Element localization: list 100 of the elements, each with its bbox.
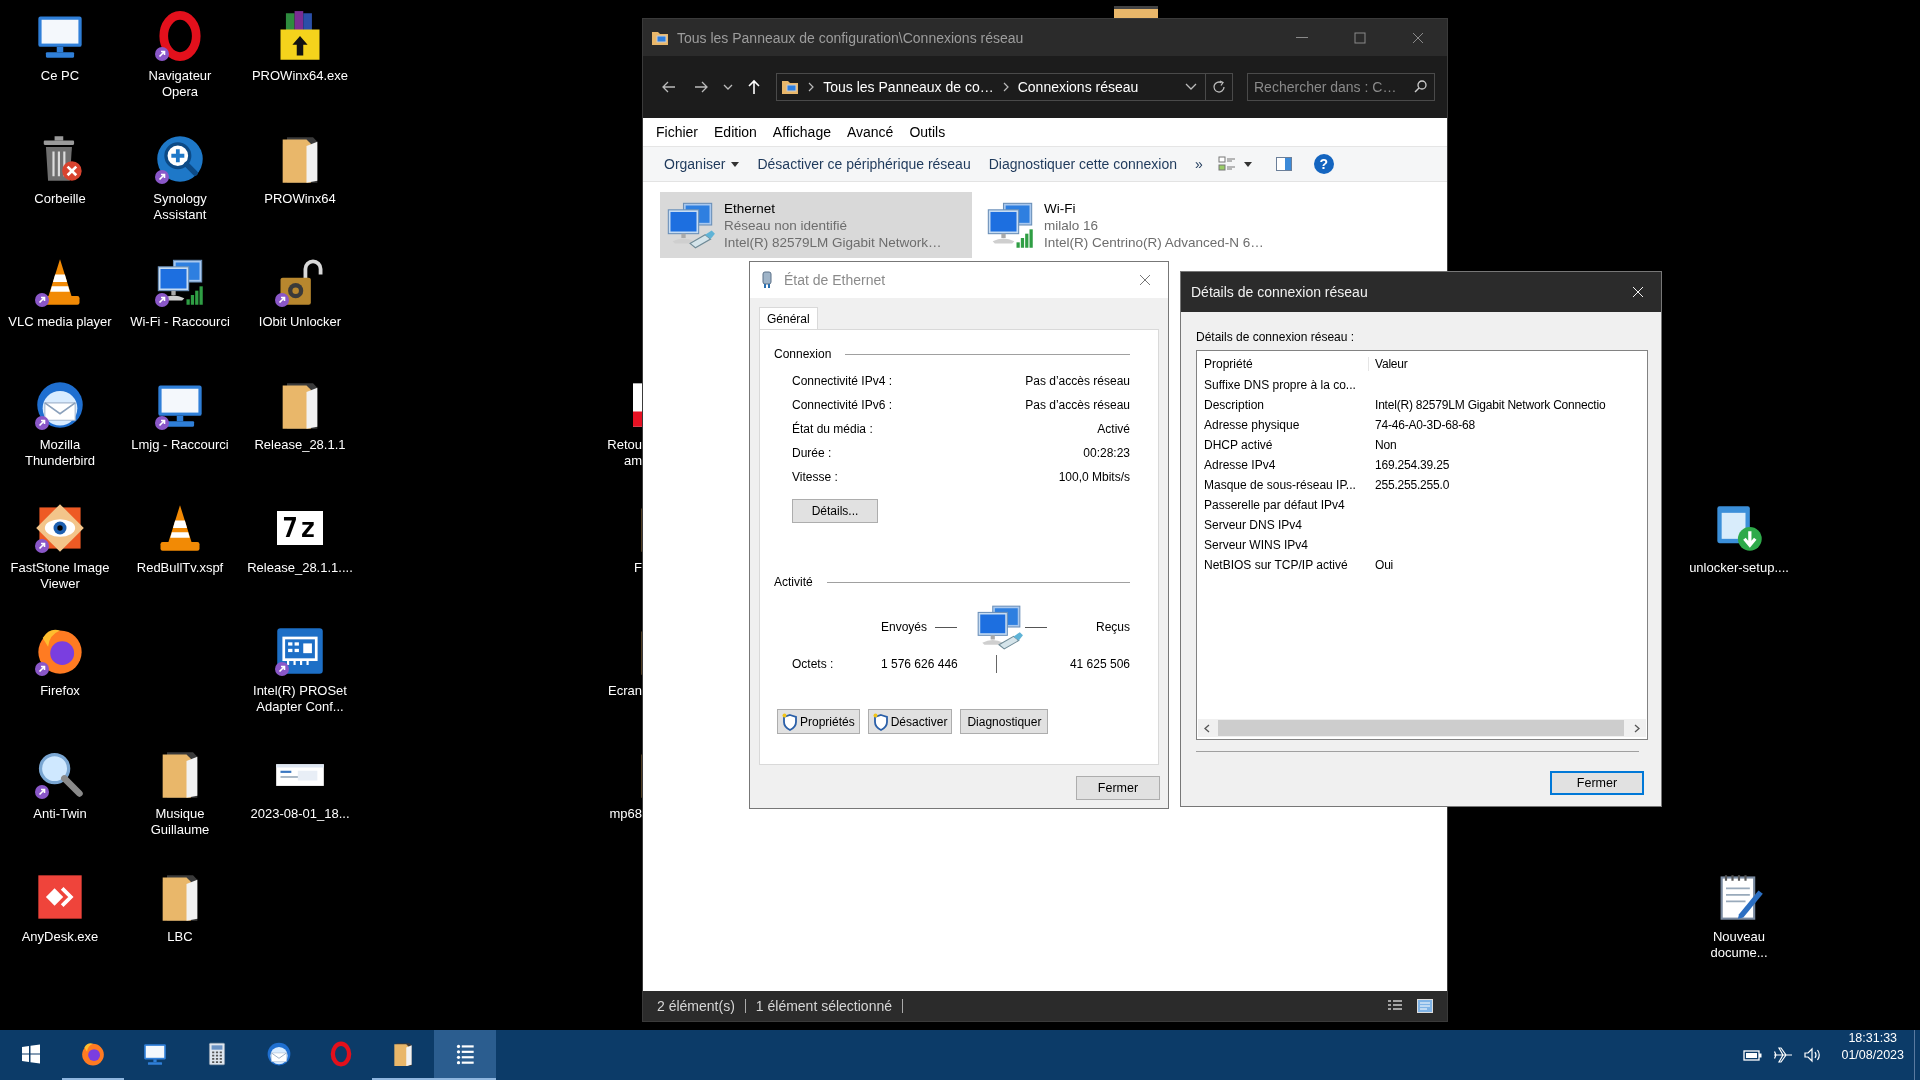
clock-date[interactable]: 01/08/2023 (1841, 1047, 1904, 1064)
icon-label[interactable]: RedBullTv.xspf (136, 560, 224, 576)
breadcrumb-item[interactable]: Tous les Panneaux de co… (823, 79, 994, 95)
column-header[interactable]: Propriété (1197, 357, 1369, 371)
arrow-left-icon (660, 79, 677, 95)
field-value: 41 625 506 (1068, 657, 1130, 671)
icon-label[interactable]: Firefox (40, 683, 80, 699)
connection-status: Réseau non identifié (724, 216, 849, 234)
airplane-icon[interactable] (1773, 1047, 1794, 1063)
icon-label[interactable]: Retou am (607, 437, 642, 469)
fermer-button[interactable]: Fermer (1076, 776, 1160, 800)
battery-icon[interactable] (1743, 1047, 1764, 1063)
icon-label[interactable]: PROWinx64 (264, 191, 336, 207)
details-view-icon[interactable] (1387, 999, 1403, 1013)
menu-item[interactable]: Fichier (649, 124, 705, 140)
toolbar-button[interactable]: Désactiver ce périphérique réseau (748, 150, 980, 178)
icon-label[interactable]: VLC media player (8, 314, 112, 330)
icon-label[interactable]: Mozilla Thunderbird (24, 437, 96, 469)
field-value: Activé (1097, 422, 1130, 436)
field-label: Vitesse : (792, 470, 838, 484)
icon-label[interactable]: F (634, 560, 642, 576)
icon-label[interactable]: 2023-08-01_18... (250, 806, 350, 822)
scroll-thumb[interactable] (1218, 720, 1624, 736)
field-value: Pas d’accès réseau (1025, 374, 1130, 388)
field-value: 00:28:23 (1083, 446, 1130, 460)
view-icon (1217, 156, 1236, 172)
connection-tile[interactable]: Wi-Fi milalo 16 Intel(R) Centrino(R) Advanced-N 6… (980, 192, 1292, 258)
field-label: Durée : (792, 446, 832, 460)
archive-logo[interactable]: 7z (277, 511, 323, 545)
breadcrumb-item[interactable]: Connexions réseau (1017, 79, 1139, 95)
table-cell-text: 169.254.39.25 (1374, 458, 1450, 472)
field-value: Pas d’accès réseau (1025, 398, 1130, 412)
icon-label[interactable]: unlocker-setup.... (1689, 560, 1789, 576)
icon-label[interactable]: Release_28.1.1.... (247, 560, 353, 576)
column-header[interactable]: Valeur (1369, 357, 1408, 371)
icon-label[interactable]: Ce PC (40, 68, 80, 84)
tab[interactable]: Général (759, 307, 818, 329)
envelope-icon[interactable] (34, 379, 86, 431)
fermer-button[interactable]: Fermer (1550, 771, 1644, 795)
connection-status: milalo 16 (1044, 216, 1100, 234)
icon-label[interactable]: Intel(R) PROSet Adapter Conf... (253, 683, 347, 715)
table-cell-text: Adresse physique (1203, 418, 1301, 432)
table-cell-text: Serveur DNS IPv4 (1203, 518, 1304, 532)
icon-label[interactable]: FastStone Image Viewer (10, 560, 110, 592)
table-cell-text: Suffixe DNS propre à la co... (1203, 378, 1357, 392)
group-heading: Connexion (774, 347, 832, 361)
menu-item[interactable]: Affichage (765, 124, 838, 140)
menu-item[interactable]: Edition (707, 124, 764, 140)
toolbar-button[interactable]: Organiser (655, 150, 749, 178)
action-button[interactable]: Désactiver (867, 709, 953, 734)
connection-tile[interactable]: Ethernet Réseau non identifié Intel(R) 82579LM Gigabit Network… (660, 192, 972, 258)
icon-label[interactable]: LBC (167, 929, 193, 945)
icon-label[interactable]: Synology Assistant (153, 191, 207, 223)
taskbar-button[interactable] (434, 1030, 496, 1080)
icon-label[interactable]: Corbeille (34, 191, 86, 207)
action-button[interactable]: Propriétés (777, 709, 860, 734)
tiles-view-icon[interactable] (1417, 999, 1433, 1013)
received-label: Reçus (1096, 620, 1130, 634)
help-button[interactable]: ? (1313, 154, 1334, 174)
icon-label[interactable]: Release_28.1.1 (254, 437, 346, 453)
icon-label[interactable]: AnyDesk.exe (21, 929, 99, 945)
magnifier-icon[interactable] (154, 133, 206, 185)
field-label: Connectivité IPv4 : (792, 374, 893, 388)
menu-item[interactable]: Outils (902, 124, 953, 140)
address-bar[interactable]: Tous les Panneaux de co… Connexions réseau (776, 73, 1233, 101)
search-field[interactable]: Rechercher dans : C… (1247, 73, 1435, 101)
eye-icon[interactable] (34, 502, 86, 554)
table-cell-text: Description (1203, 398, 1266, 412)
menu-item[interactable]: Avancé (839, 124, 901, 140)
icon-label[interactable]: PROWinx64.exe (251, 68, 349, 84)
toolbar-button[interactable]: Diagnostiquer cette connexion (979, 150, 1187, 178)
details-button[interactable]: Détails... (792, 499, 878, 523)
icon-label[interactable]: Nouveau docume... (1710, 929, 1768, 961)
icon-label[interactable]: Navigateur Opera (148, 68, 212, 100)
field-label: Octets : (792, 657, 835, 671)
clock-time[interactable]: 18:31:33 (1848, 1030, 1898, 1047)
icon-label[interactable]: Lmjg - Raccourci (131, 437, 229, 453)
field-value: 1 576 626 446 (881, 657, 959, 671)
caret-icon (1243, 161, 1252, 167)
icon-label[interactable]: mp68 (609, 806, 642, 822)
icon-label[interactable]: IObit Unlocker (258, 314, 342, 330)
adapter-card-icon[interactable] (274, 625, 326, 677)
icon-label[interactable]: Wi-Fi - Raccourci (130, 314, 230, 330)
table-cell-text: 74-46-A0-3D-68-68 (1374, 418, 1475, 432)
icon-label[interactable]: Ecran (608, 683, 642, 699)
plug-icon (760, 271, 774, 289)
maximize-icon (1354, 31, 1366, 44)
group-heading: Activité (774, 575, 813, 589)
network-folder-icon (781, 79, 800, 95)
windows-logo-icon (21, 1044, 41, 1064)
action-button[interactable]: Diagnostiquer (960, 709, 1049, 734)
dialog-title: État de Ethernet (784, 272, 887, 288)
chevron-icon (1001, 82, 1010, 92)
envelope-icon (266, 1041, 292, 1067)
icon-label[interactable]: Musique Guillaume (150, 806, 210, 838)
table-cell-text: Masque de sous-réseau IP... (1203, 478, 1357, 492)
scrollbar[interactable] (1198, 719, 1646, 737)
table-cell-text: Non (1374, 438, 1397, 452)
more-button[interactable]: » (1186, 150, 1212, 178)
icon-label[interactable]: Anti-Twin (33, 806, 87, 822)
